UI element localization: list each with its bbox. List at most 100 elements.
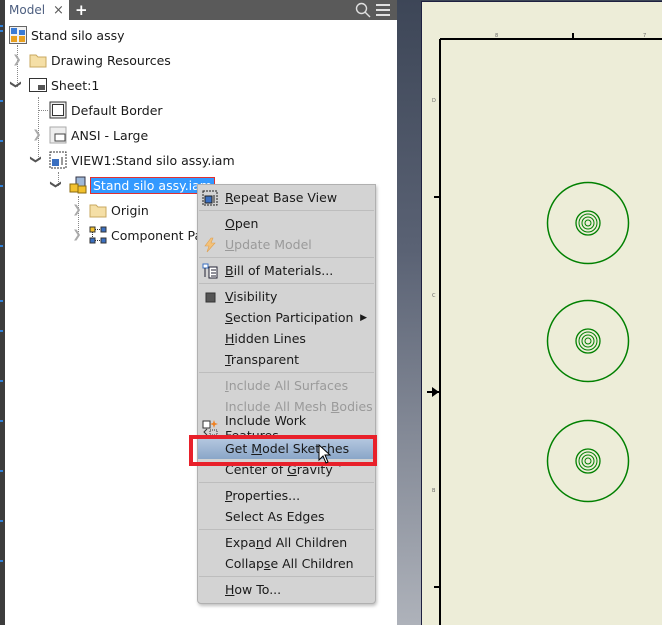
add-tab-icon[interactable]: + xyxy=(75,1,88,19)
menu-icon[interactable] xyxy=(376,4,390,16)
mouse-pointer-icon xyxy=(318,444,332,464)
tree-connector xyxy=(38,110,48,111)
expand-chevron-icon[interactable]: ❯ xyxy=(72,203,82,216)
menu-item-label: Collap xyxy=(225,556,264,571)
menu-item-update-model[interactable]: Update Model xyxy=(198,234,375,255)
silo-view[interactable] xyxy=(546,181,630,265)
menu-item-properties[interactable]: Properties... xyxy=(198,485,375,506)
menu-item-label: d All Children xyxy=(263,535,348,550)
tree-item-component-pattern[interactable]: Component Pa xyxy=(89,224,202,246)
tree-root[interactable]: Stand silo assy xyxy=(9,24,125,46)
tree-item-sheet[interactable]: Sheet:1 xyxy=(29,74,99,96)
expand-chevron-icon[interactable]: ❯ xyxy=(32,128,42,141)
silo-circle xyxy=(581,216,595,230)
silo-view[interactable] xyxy=(546,299,630,383)
tree-item-drawing-resources[interactable]: Drawing Resources xyxy=(29,49,171,71)
repeat-base-view-icon xyxy=(202,190,218,206)
tree-item-view1[interactable]: VIEW1:Stand silo assy.iam xyxy=(49,149,235,171)
menu-item-transparent[interactable]: Transparent xyxy=(198,349,375,370)
silo-views xyxy=(546,181,630,503)
menu-item-expand-all-children[interactable]: Expand All Children xyxy=(198,532,375,553)
zone-label-c: C xyxy=(432,293,436,299)
zone-label-top-left: 8 xyxy=(495,33,498,39)
silo-circle xyxy=(584,457,592,465)
panel-tab-bar: Model × + xyxy=(5,0,397,20)
edge-mark xyxy=(0,470,3,472)
zone-label-d: D xyxy=(432,98,436,104)
menu-item-hidden-lines[interactable]: Hidden Lines xyxy=(198,328,375,349)
menu-item-label: roperties... xyxy=(232,488,301,503)
expand-chevron-icon[interactable]: ❯ xyxy=(72,228,82,241)
menu-item-collapse-all-children[interactable]: Collapse All Children xyxy=(198,553,375,574)
drawing-sheet[interactable]: 8 7 D C B xyxy=(421,1,662,625)
silo-circle xyxy=(546,299,630,383)
search-icon[interactable] xyxy=(355,2,371,18)
edge-mark xyxy=(0,380,3,382)
edge-mark xyxy=(0,185,3,187)
tree-item-label: Origin xyxy=(111,202,149,218)
menu-item-label: pdate Model xyxy=(234,237,312,252)
assembly-drawing-icon xyxy=(9,26,27,44)
tree-item-title-block[interactable]: ANSI - Large xyxy=(49,124,148,146)
edge-mark xyxy=(0,245,3,247)
edge-mark xyxy=(0,330,3,332)
tree-item-label: Sheet:1 xyxy=(51,77,100,93)
tree-item-assembly[interactable]: Stand silo assy.iam xyxy=(69,174,215,196)
mnemonic: n xyxy=(255,535,264,550)
menu-item-label: idden Lines xyxy=(234,331,306,346)
work-features-icon xyxy=(202,420,218,436)
silo-view[interactable] xyxy=(546,419,630,503)
menu-item-label: ection Participation xyxy=(232,310,354,325)
edge-mark xyxy=(0,420,3,422)
tree-item-default-border[interactable]: Default Border xyxy=(49,99,163,121)
folder-icon xyxy=(29,54,47,68)
tree-item-label: Drawing Resources xyxy=(51,52,171,68)
menu-item-repeat-base-view[interactable]: Repeat Base View xyxy=(198,187,375,208)
collapse-chevron-icon[interactable]: ❯ xyxy=(10,80,23,90)
menu-separator xyxy=(199,529,374,530)
assembly-icon xyxy=(69,176,87,194)
tree-item-label: ANSI - Large xyxy=(71,127,149,143)
edge-mark xyxy=(0,300,3,302)
menu-item-section-participation[interactable]: Section Participation ▶ xyxy=(198,307,375,328)
zone-label-top-right: 7 xyxy=(643,33,646,39)
tree-root-label: Stand silo assy xyxy=(31,27,125,43)
close-icon[interactable]: × xyxy=(53,4,64,17)
edge-mark xyxy=(0,520,3,522)
menu-item-visibility[interactable]: Visibility xyxy=(198,286,375,307)
component-pattern-icon xyxy=(89,226,107,244)
menu-item-label: nclude All Surfaces xyxy=(228,378,349,393)
mnemonic: U xyxy=(225,237,235,252)
tree-item-label: Default Border xyxy=(71,102,163,118)
tree-item-label: Component Pa xyxy=(111,227,203,243)
app-window: Model × + Stand silo assy ❯ Drawing Reso… xyxy=(0,0,662,625)
expand-chevron-icon[interactable]: ❯ xyxy=(12,53,22,66)
menu-item-label: ransparent xyxy=(230,352,300,367)
drawing-view-graphics: 8 7 D C B xyxy=(427,33,662,625)
folder-icon xyxy=(89,204,107,218)
mnemonic: H xyxy=(225,582,235,597)
lightning-icon xyxy=(204,237,216,253)
bom-icon xyxy=(202,263,218,279)
menu-item-label: pen xyxy=(234,216,259,231)
submenu-arrow-icon: ▶ xyxy=(360,312,367,323)
collapse-chevron-icon[interactable]: ❯ xyxy=(30,155,43,165)
menu-separator xyxy=(199,283,374,284)
collapse-chevron-icon[interactable]: ❯ xyxy=(50,180,63,190)
menu-item-label: e All Children xyxy=(270,556,354,571)
menu-item-include-all-surfaces[interactable]: Include All Surfaces xyxy=(198,375,375,396)
tree-item-origin[interactable]: Origin xyxy=(89,199,149,221)
silo-circle xyxy=(581,334,595,348)
menu-item-open[interactable]: Open xyxy=(198,213,375,234)
menu-item-how-to[interactable]: How To... xyxy=(198,579,375,600)
menu-item-select-as-edges[interactable]: Select As Edges xyxy=(198,506,375,527)
context-menu: Repeat Base View Open Update Model Bill … xyxy=(197,184,376,604)
zone-label-b: B xyxy=(432,488,436,494)
menu-item-bill-of-materials[interactable]: Bill of Materials... xyxy=(198,260,375,281)
menu-item-label: ow To... xyxy=(234,582,282,597)
edge-mark xyxy=(0,100,3,102)
menu-item-label: epeat Base View xyxy=(233,190,338,205)
menu-separator xyxy=(199,482,374,483)
tab-model[interactable]: Model × xyxy=(5,0,69,20)
tree-item-label: VIEW1:Stand silo assy.iam xyxy=(71,152,235,168)
